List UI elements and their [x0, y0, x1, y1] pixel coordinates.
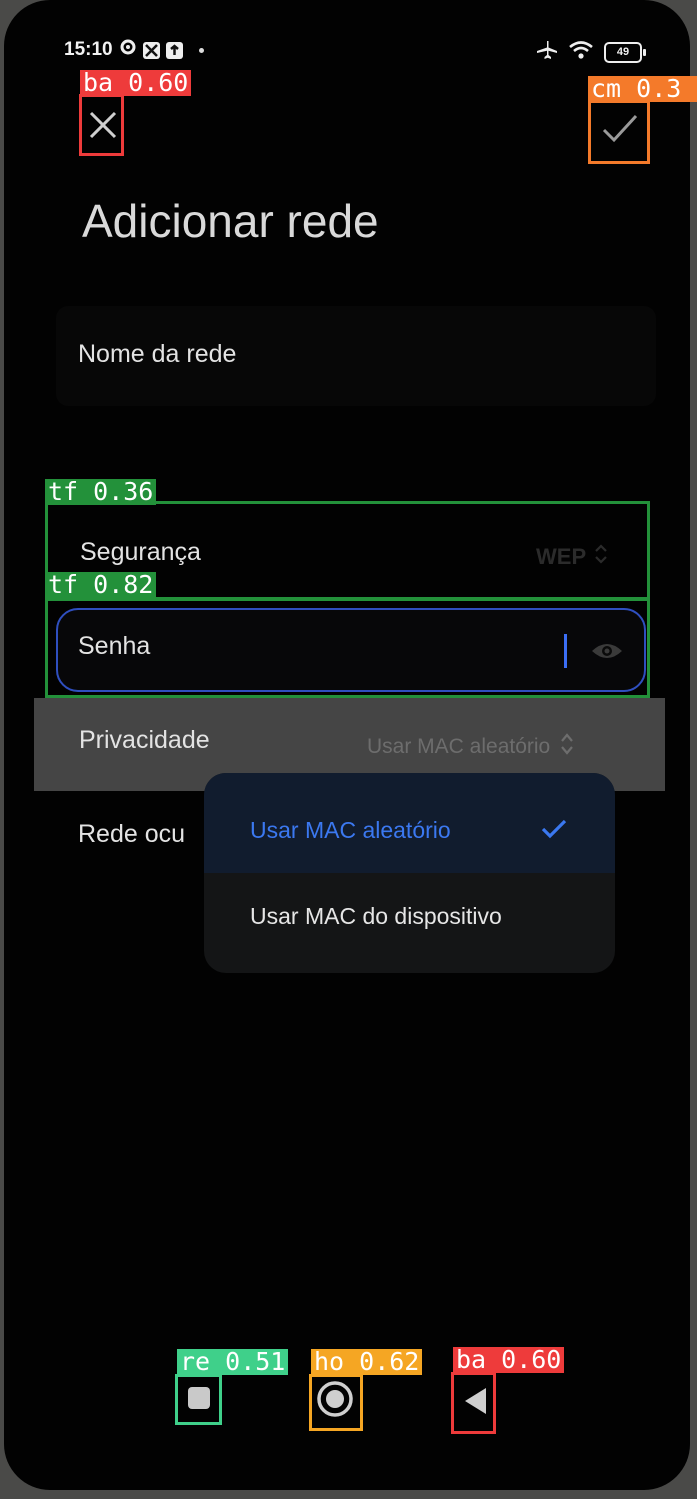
privacy-value: Usar MAC aleatório [367, 734, 551, 758]
mac-dropdown-menu: Usar MAC aleatório Usar MAC do dispositi… [204, 773, 615, 973]
settings-icon [119, 38, 137, 62]
check-icon [540, 817, 568, 846]
detection-box-recents [175, 1374, 222, 1425]
dropdown-option-device-mac[interactable]: Usar MAC do dispositivo [204, 873, 615, 973]
detection-label-confirm: cm 0.3 [588, 76, 697, 102]
more-notifications-dot [198, 47, 204, 53]
wifi-icon [568, 40, 594, 65]
detection-label-security-field: tf 0.36 [45, 479, 157, 505]
dropdown-option-label: Usar MAC do dispositivo [250, 903, 502, 929]
updown-chevron-icon [560, 731, 574, 762]
status-time: 15:10 [64, 39, 113, 60]
dropdown-option-label: Usar MAC aleatório [250, 817, 451, 843]
airplane-mode-icon [536, 40, 558, 65]
detection-label-back: ba 0.60 [453, 1347, 565, 1373]
detection-box-home [309, 1374, 363, 1431]
status-bar: 15:10 [64, 38, 204, 62]
detection-label-close: ba 0.60 [80, 70, 192, 96]
dropdown-option-random-mac[interactable]: Usar MAC aleatório [204, 773, 615, 873]
privacy-label: Privacidade [79, 726, 210, 754]
detection-label-recents: re 0.51 [177, 1349, 289, 1375]
detection-box-close [79, 94, 124, 156]
hidden-network-label: Rede ocu [78, 820, 186, 848]
detection-box-password-field [45, 598, 650, 698]
privacy-selector[interactable]: Usar MAC aleatório [367, 731, 574, 762]
status-icons: 49 [536, 40, 646, 65]
detection-label-home: ho 0.62 [311, 1349, 423, 1375]
detection-label-password-field: tf 0.82 [45, 572, 157, 598]
page-title: Adicionar rede [82, 195, 379, 247]
upload-notification-icon [165, 41, 183, 59]
battery-indicator: 49 [604, 42, 646, 63]
image-notification-icon [142, 41, 160, 59]
detection-box-confirm [588, 100, 650, 164]
detection-box-back [451, 1372, 496, 1434]
network-name-label: Nome da rede [78, 340, 237, 368]
phone-screen: 15:10 49 Adicionar rede Nome da rede Seg… [4, 0, 690, 1490]
